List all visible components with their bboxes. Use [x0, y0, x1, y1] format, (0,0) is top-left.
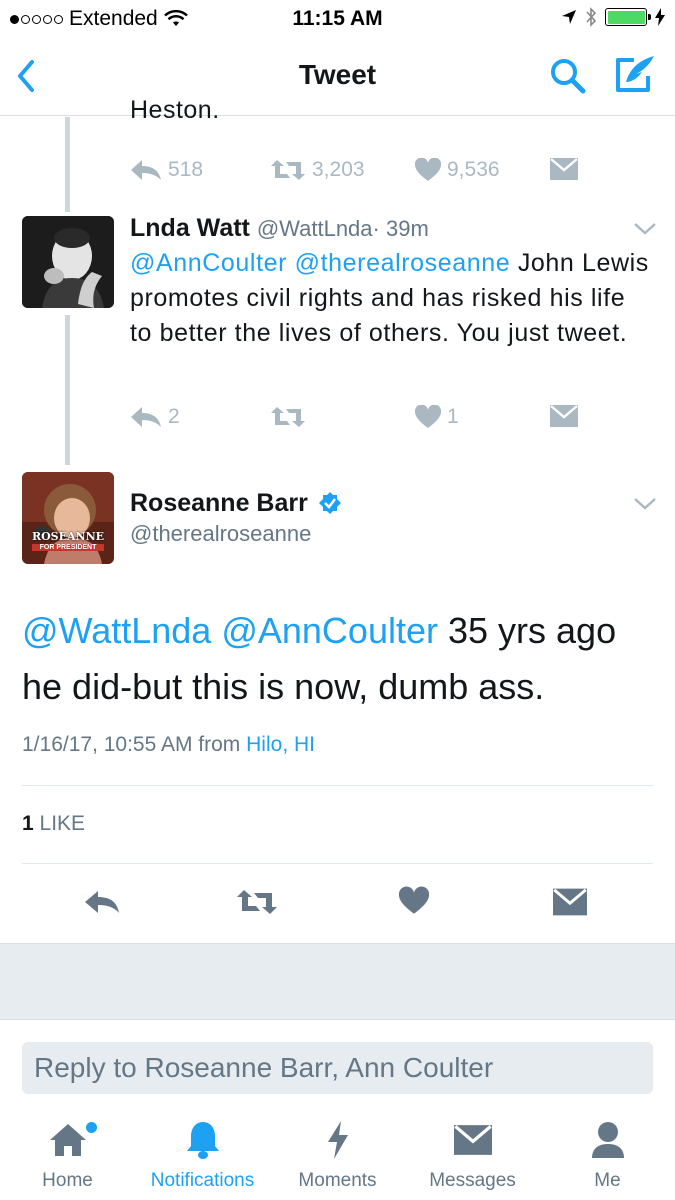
charging-bolt-icon	[655, 8, 665, 26]
tab-label: Moments	[298, 1170, 377, 1191]
likes-number: 1	[22, 812, 34, 835]
heart-icon	[415, 158, 441, 181]
tweet-date: 1/16/17, 10:55 AM from	[22, 733, 241, 756]
tab-messages[interactable]: Messages	[405, 1116, 540, 1192]
tweet-text: @WattLnda @AnnCoulter 35 yrs ago he did-…	[22, 603, 652, 715]
retweet-icon	[271, 160, 305, 180]
retweet-count: 3,203	[312, 158, 365, 181]
author-handle[interactable]: @WattLnda	[257, 216, 373, 241]
home-icon	[49, 1124, 86, 1156]
author-name[interactable]: Roseanne Barr	[130, 489, 308, 517]
tweet-header: Lnda Watt @WattLnda· 39m	[130, 214, 429, 243]
tab-bar: Home Notifications Moments Messages Me	[0, 1116, 675, 1200]
tweet-meta: 1/16/17, 10:55 AM from Hilo, HI	[22, 733, 315, 757]
retweet-icon[interactable]	[236, 886, 278, 918]
retweet-button[interactable]	[270, 405, 306, 429]
verified-badge-icon	[318, 492, 341, 514]
like-count: 9,536	[447, 158, 500, 181]
envelope-icon	[550, 158, 578, 180]
avatar[interactable]: ROSEANNE FOR PRESIDENT	[22, 472, 114, 564]
unread-dot	[86, 1122, 97, 1133]
mention-link[interactable]: @AnnCoulter	[221, 610, 438, 651]
reply-button[interactable]: 2	[130, 405, 180, 429]
status-bar: Extended 11:15 AM	[0, 0, 675, 38]
mention-link[interactable]: @AnnCoulter	[130, 249, 287, 277]
reply-count: 2	[168, 405, 180, 428]
bluetooth-icon	[586, 7, 597, 27]
main-tweet-actions	[0, 882, 675, 928]
thread-connector-line	[65, 315, 70, 465]
bell-icon	[186, 1122, 219, 1159]
lightning-icon	[327, 1121, 348, 1159]
person-icon	[591, 1122, 624, 1158]
direct-message-button[interactable]	[550, 405, 578, 427]
reply-count: 518	[168, 158, 204, 181]
divider	[22, 863, 653, 864]
like-button[interactable]: 9,536	[415, 158, 500, 182]
retweet-icon	[271, 407, 305, 427]
retweet-button[interactable]: 3,203	[270, 158, 365, 182]
tweet-text: @AnnCoulter @therealroseanne John Lewis …	[130, 246, 650, 351]
avatar[interactable]	[22, 216, 114, 308]
like-button[interactable]: 1	[415, 405, 459, 429]
compose-tweet-icon[interactable]	[612, 54, 656, 96]
tab-moments[interactable]: Moments	[270, 1116, 405, 1192]
chevron-down-icon[interactable]	[632, 220, 658, 238]
envelope-icon	[550, 405, 578, 427]
battery-icon	[605, 8, 651, 26]
mention-link[interactable]: @therealroseanne	[295, 249, 511, 277]
navigation-bar: Tweet	[0, 38, 675, 116]
like-count: 1	[447, 405, 459, 428]
thread-connector-line	[65, 117, 70, 212]
heart-icon[interactable]	[399, 886, 429, 916]
tweet-timestamp: · 39m	[372, 216, 429, 241]
tab-label: Notifications	[150, 1170, 255, 1191]
separator-band	[0, 943, 675, 1020]
reply-button[interactable]: 518	[130, 158, 203, 182]
tweet-location-link[interactable]: Hilo, HI	[246, 733, 315, 756]
tab-label: Me	[594, 1170, 621, 1191]
tab-label: Home	[42, 1170, 93, 1191]
avatar-text-bottom: FOR PRESIDENT	[32, 544, 104, 551]
tab-me[interactable]: Me	[540, 1116, 675, 1192]
tab-label: Messages	[429, 1170, 516, 1191]
envelope-icon	[453, 1125, 492, 1155]
chevron-down-icon[interactable]	[632, 495, 658, 513]
avatar-text-top: ROSEANNE	[31, 530, 105, 543]
direct-message-button[interactable]	[550, 158, 578, 180]
envelope-icon[interactable]	[553, 888, 587, 916]
mention-link[interactable]: @WattLnda	[22, 610, 211, 651]
reply-icon	[131, 407, 161, 427]
divider	[22, 785, 653, 786]
tweet-header: Roseanne Barr	[130, 489, 341, 518]
location-arrow-icon	[562, 10, 576, 24]
reply-input[interactable]: Reply to Roseanne Barr, Ann Coulter	[22, 1042, 653, 1094]
previous-tweet-text: Heston.	[130, 96, 220, 124]
previous-tweet-actions: 518 3,203 9,536	[130, 158, 630, 188]
reply-icon[interactable]	[84, 882, 120, 922]
tab-notifications[interactable]: Notifications	[135, 1116, 270, 1192]
author-handle[interactable]: @therealroseanne	[130, 521, 311, 547]
author-name[interactable]: Lnda Watt	[130, 214, 250, 242]
reply-tweet-actions: 2 1	[130, 405, 630, 435]
tab-home[interactable]: Home	[0, 1116, 135, 1192]
likes-label: LIKE	[39, 812, 86, 835]
search-icon[interactable]	[548, 56, 588, 96]
likes-summary[interactable]: 1 LIKE	[22, 812, 85, 836]
heart-icon	[415, 405, 441, 428]
reply-icon	[131, 160, 161, 180]
